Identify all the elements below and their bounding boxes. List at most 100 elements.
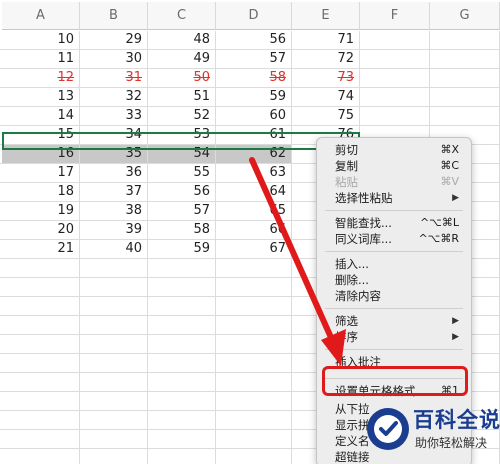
cell[interactable] (80, 316, 148, 334)
cell[interactable] (430, 50, 500, 68)
cell[interactable]: 50 (148, 69, 216, 87)
menu-item-insert[interactable]: 插入... (317, 256, 471, 272)
cell[interactable] (148, 354, 216, 372)
cell[interactable] (148, 278, 216, 296)
column-header-f[interactable]: F (360, 2, 430, 30)
cell[interactable]: 12 (2, 69, 80, 87)
cell[interactable] (148, 297, 216, 315)
cell[interactable] (148, 373, 216, 391)
cell[interactable] (216, 316, 292, 334)
cell[interactable] (80, 430, 148, 448)
cell[interactable] (216, 354, 292, 372)
cell[interactable]: 71 (292, 31, 360, 49)
cell[interactable] (2, 278, 80, 296)
cell[interactable] (2, 449, 80, 464)
cell[interactable]: 34 (80, 126, 148, 144)
cell[interactable]: 15 (2, 126, 80, 144)
cell[interactable] (216, 373, 292, 391)
cell[interactable]: 59 (216, 88, 292, 106)
cell[interactable] (2, 430, 80, 448)
cell[interactable]: 39 (80, 221, 148, 239)
cell[interactable] (360, 88, 430, 106)
cell[interactable]: 62 (216, 145, 292, 163)
cell[interactable]: 54 (148, 145, 216, 163)
cell[interactable] (2, 259, 80, 277)
cell[interactable] (2, 316, 80, 334)
cell[interactable] (216, 278, 292, 296)
cell[interactable]: 30 (80, 50, 148, 68)
cell[interactable]: 65 (216, 202, 292, 220)
column-header-e[interactable]: E (292, 2, 360, 30)
cell[interactable]: 49 (148, 50, 216, 68)
menu-item-copy[interactable]: 复制 ⌘C (317, 158, 471, 174)
cell[interactable] (216, 430, 292, 448)
cell[interactable] (430, 107, 500, 125)
cell[interactable]: 10 (2, 31, 80, 49)
cell[interactable] (2, 297, 80, 315)
cell[interactable] (80, 335, 148, 353)
cell[interactable] (216, 411, 292, 429)
cell[interactable] (148, 411, 216, 429)
cell[interactable]: 73 (292, 69, 360, 87)
cell[interactable]: 66 (216, 221, 292, 239)
cell[interactable]: 53 (148, 126, 216, 144)
cell[interactable] (148, 259, 216, 277)
cell[interactable]: 64 (216, 183, 292, 201)
column-header-d[interactable]: D (216, 2, 292, 30)
column-header-c[interactable]: C (148, 2, 216, 30)
cell[interactable] (148, 335, 216, 353)
cell[interactable] (80, 354, 148, 372)
cell[interactable]: 58 (216, 69, 292, 87)
column-header-b[interactable]: B (80, 2, 148, 30)
menu-item-smart-lookup[interactable]: 智能查找... ^⌥⌘L (317, 215, 471, 231)
cell[interactable] (2, 373, 80, 391)
cell[interactable] (216, 259, 292, 277)
cell[interactable]: 17 (2, 164, 80, 182)
cell[interactable] (360, 31, 430, 49)
cell[interactable]: 37 (80, 183, 148, 201)
cell[interactable] (80, 278, 148, 296)
cell[interactable] (430, 88, 500, 106)
cell[interactable] (80, 449, 148, 464)
cell[interactable]: 29 (80, 31, 148, 49)
cell[interactable]: 67 (216, 240, 292, 258)
cell[interactable]: 14 (2, 107, 80, 125)
menu-item-paste-special[interactable]: 选择性粘贴 ▶ (317, 190, 471, 206)
cell[interactable]: 63 (216, 164, 292, 182)
menu-item-paste[interactable]: 粘贴 ⌘V (317, 174, 471, 190)
cell[interactable]: 32 (80, 88, 148, 106)
cell[interactable]: 33 (80, 107, 148, 125)
cell[interactable] (2, 354, 80, 372)
cell[interactable]: 38 (80, 202, 148, 220)
cell[interactable]: 31 (80, 69, 148, 87)
cell[interactable] (148, 430, 216, 448)
menu-item-filter[interactable]: 筛选 ▶ (317, 313, 471, 329)
cell[interactable]: 57 (148, 202, 216, 220)
cell[interactable] (360, 107, 430, 125)
cell[interactable] (148, 449, 216, 464)
cell[interactable]: 61 (216, 126, 292, 144)
cell[interactable]: 11 (2, 50, 80, 68)
cell[interactable] (80, 411, 148, 429)
cell[interactable]: 75 (292, 107, 360, 125)
cell[interactable]: 48 (148, 31, 216, 49)
cell[interactable]: 35 (80, 145, 148, 163)
cell[interactable]: 20 (2, 221, 80, 239)
menu-item-delete[interactable]: 删除... (317, 272, 471, 288)
cell[interactable]: 58 (148, 221, 216, 239)
cell[interactable] (360, 69, 430, 87)
cell[interactable] (148, 392, 216, 410)
cell[interactable]: 60 (216, 107, 292, 125)
cell[interactable] (80, 392, 148, 410)
menu-item-sort[interactable]: 排序 ▶ (317, 329, 471, 345)
cell[interactable]: 13 (2, 88, 80, 106)
cell[interactable] (360, 50, 430, 68)
menu-item-cut[interactable]: 剪切 ⌘X (317, 142, 471, 158)
column-header-g[interactable]: G (430, 2, 500, 30)
cell[interactable]: 74 (292, 88, 360, 106)
cell[interactable] (216, 392, 292, 410)
cell[interactable] (216, 297, 292, 315)
cell[interactable] (430, 69, 500, 87)
cell[interactable] (80, 259, 148, 277)
menu-item-clear-contents[interactable]: 清除内容 (317, 288, 471, 304)
